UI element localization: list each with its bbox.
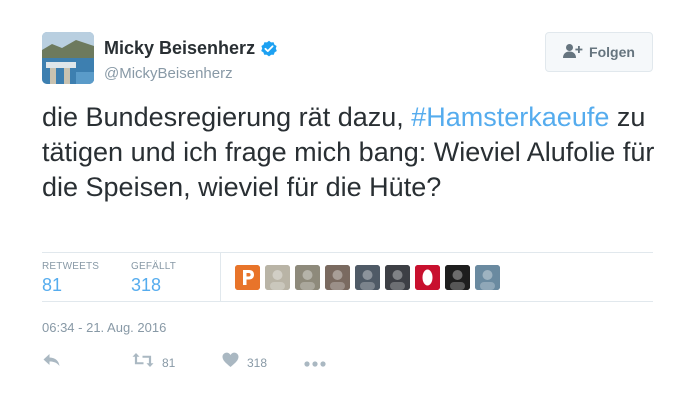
follow-button[interactable]: Folgen [545, 32, 653, 72]
heart-icon [222, 352, 239, 373]
liker-avatar-7[interactable] [415, 265, 440, 290]
likes-value: 318 [131, 275, 162, 295]
retweets-value: 81 [42, 275, 63, 295]
liker-avatars [235, 265, 500, 290]
author-avatar[interactable] [42, 32, 94, 84]
liker-avatar-1[interactable] [235, 265, 260, 290]
verified-badge-icon [260, 40, 278, 58]
liker-avatar-3[interactable] [295, 265, 320, 290]
liker-avatar-8[interactable] [445, 265, 470, 290]
author-name[interactable]: Micky Beisenherz [104, 38, 255, 59]
tweet-stats: RETWEETS 81 GEFÄLLT 318 [42, 252, 653, 302]
liker-avatar-2[interactable] [265, 265, 290, 290]
liker-avatar-9[interactable] [475, 265, 500, 290]
retweets-label: RETWEETS [42, 261, 100, 272]
add-user-icon [563, 43, 583, 62]
author-block: Micky Beisenherz @MickyBeisenherz [104, 38, 278, 82]
hashtag-link[interactable]: #Hamsterkaeufe [411, 102, 609, 132]
liker-avatar-6[interactable] [385, 265, 410, 290]
retweet-count: 81 [162, 355, 176, 370]
tweet-timestamp[interactable]: 06:34 - 21. Aug. 2016 [42, 320, 166, 335]
more-button[interactable] [304, 355, 326, 373]
like-button[interactable]: 318 [222, 352, 267, 373]
likes-label: GEFÄLLT [131, 261, 177, 272]
follow-button-label: Folgen [589, 44, 635, 60]
like-count: 318 [247, 355, 268, 370]
reply-icon [42, 352, 62, 373]
tweet-text: die Bundesregierung rät dazu, #Hamsterka… [42, 100, 662, 205]
tweet-text-part-1: die Bundesregierung rät dazu, [42, 102, 412, 132]
retweet-icon [132, 352, 154, 373]
likes-stat[interactable]: GEFÄLLT 318 [131, 261, 176, 296]
stats-divider [220, 253, 221, 301]
retweet-button[interactable]: 81 [132, 352, 175, 373]
reply-button[interactable] [42, 352, 62, 373]
retweets-stat[interactable]: RETWEETS 81 [42, 261, 99, 296]
author-handle[interactable]: @MickyBeisenherz [104, 65, 278, 82]
liker-avatar-5[interactable] [355, 265, 380, 290]
more-icon [304, 355, 326, 373]
liker-avatar-4[interactable] [325, 265, 350, 290]
